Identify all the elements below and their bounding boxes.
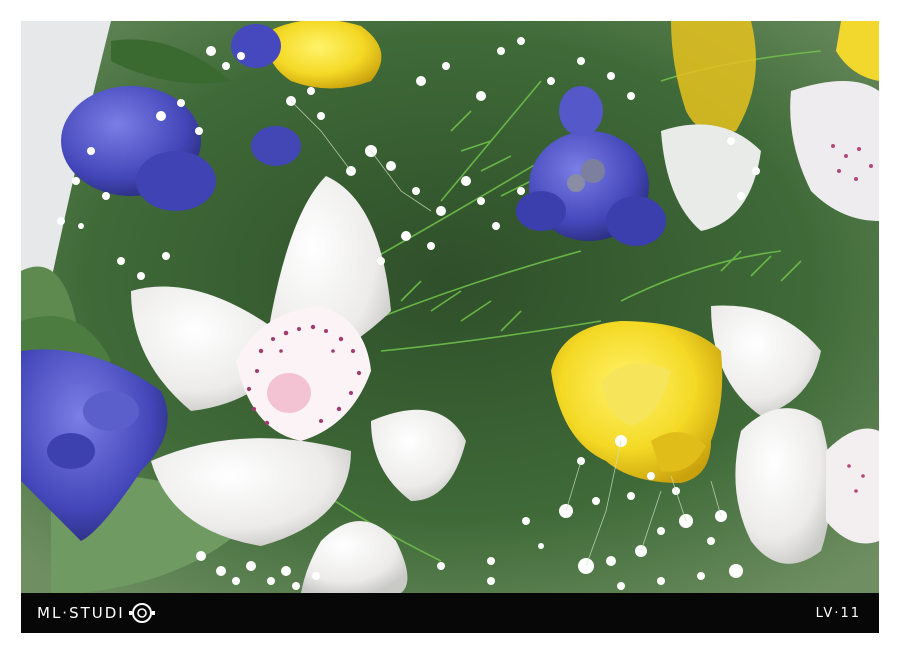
bouquet-image xyxy=(21,21,879,593)
caption-bar: ML·STUDI LV·11 xyxy=(21,593,879,633)
camera-lens-icon xyxy=(128,603,155,623)
photo-frame: ML·STUDI LV·11 xyxy=(0,0,900,654)
brand-watermark: ML·STUDI xyxy=(37,601,156,625)
flower-photograph xyxy=(21,21,879,593)
edition-label: LV·11 xyxy=(815,605,861,621)
brand-text: ML·STUDI xyxy=(37,604,125,622)
